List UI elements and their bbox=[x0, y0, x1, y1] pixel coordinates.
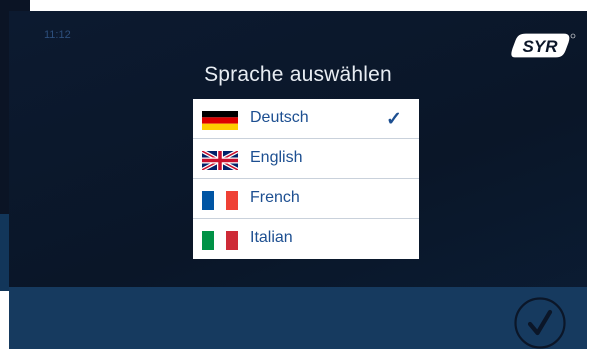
language-label: Italian bbox=[250, 229, 293, 246]
clock: 11:12 bbox=[44, 29, 71, 41]
flag-italy-icon bbox=[202, 231, 238, 250]
bottom-action-bar bbox=[9, 287, 587, 349]
device-screen: 11:12 SYR Sprache auswählen Deutsch ✓ En… bbox=[9, 11, 587, 349]
language-option-french[interactable]: French bbox=[193, 179, 419, 219]
logo-text: SYR bbox=[523, 37, 559, 56]
language-list: Deutsch ✓ English French Italian bbox=[193, 99, 419, 259]
dialog-title: Sprache auswählen bbox=[204, 63, 392, 86]
language-option-english[interactable]: English bbox=[193, 139, 419, 179]
flag-france-icon bbox=[202, 191, 238, 210]
selected-check-icon: ✓ bbox=[386, 109, 402, 130]
check-icon bbox=[527, 309, 553, 336]
language-option-deutsch[interactable]: Deutsch ✓ bbox=[193, 99, 419, 139]
flag-germany-icon bbox=[202, 111, 238, 130]
syr-logo: SYR bbox=[510, 32, 576, 59]
language-label: Deutsch bbox=[250, 109, 309, 126]
language-label: French bbox=[250, 189, 300, 206]
language-option-italian[interactable]: Italian bbox=[193, 219, 419, 259]
confirm-button[interactable] bbox=[514, 297, 566, 349]
language-label: English bbox=[250, 149, 303, 166]
flag-uk-icon bbox=[202, 151, 238, 170]
